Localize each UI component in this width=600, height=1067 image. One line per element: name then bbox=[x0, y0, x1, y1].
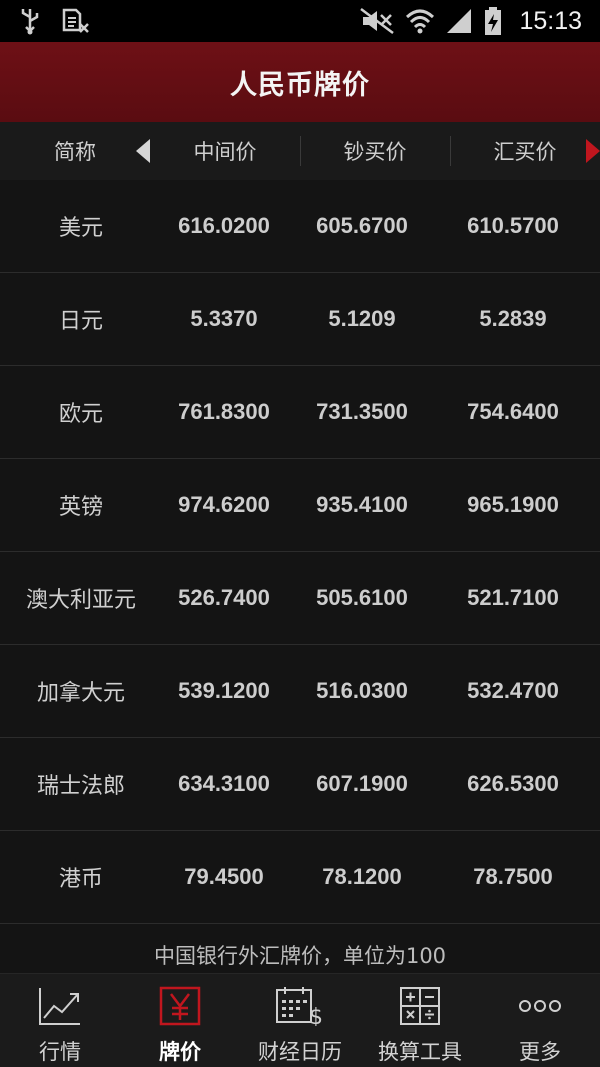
currency-name: 港币 bbox=[58, 867, 103, 892]
transfer-buy-rate: 626.5300 bbox=[467, 771, 559, 796]
scroll-right-arrow-icon[interactable] bbox=[586, 139, 600, 163]
currency-name: 澳大利亚元 bbox=[25, 588, 136, 613]
transfer-buy-rate: 532.4700 bbox=[467, 678, 559, 703]
cash-buy-rate: 516.0300 bbox=[316, 678, 408, 703]
signal-icon bbox=[445, 7, 473, 35]
column-name-header: 简称 bbox=[0, 122, 150, 180]
trend-chart-icon bbox=[38, 984, 82, 1028]
mid-rate: 761.8300 bbox=[178, 399, 270, 424]
scroll-left-arrow-icon[interactable] bbox=[136, 139, 150, 163]
nav-item-more[interactable]: 更多 bbox=[480, 974, 600, 1067]
transfer-buy-rate: 78.7500 bbox=[473, 864, 553, 889]
table-row[interactable]: 欧元 761.8300 731.3500 754.6400 bbox=[0, 366, 600, 459]
column-cash-buy-header: 钞买价 bbox=[300, 122, 450, 180]
table-row[interactable]: 美元 616.0200 605.6700 610.5700 bbox=[0, 180, 600, 273]
mid-rate: 616.0200 bbox=[178, 213, 270, 238]
table-row[interactable]: 日元 5.3370 5.1209 5.2839 bbox=[0, 273, 600, 366]
nav-label: 更多 bbox=[519, 1040, 561, 1064]
nav-label: 牌价 bbox=[159, 1040, 201, 1064]
cash-buy-rate: 731.3500 bbox=[316, 399, 408, 424]
cash-buy-rate: 935.4100 bbox=[316, 492, 408, 517]
rate-table: 美元 616.0200 605.6700 610.5700 日元 5.3370 … bbox=[0, 180, 600, 924]
mid-rate: 634.3100 bbox=[178, 771, 270, 796]
transfer-buy-rate: 754.6400 bbox=[467, 399, 559, 424]
footnote: 中国银行外汇牌价，单位为100 bbox=[153, 944, 447, 968]
table-row[interactable]: 英镑 974.6200 935.4100 965.1900 bbox=[0, 459, 600, 552]
transfer-buy-rate: 610.5700 bbox=[467, 213, 559, 238]
table-row[interactable]: 澳大利亚元 526.7400 505.6100 521.7100 bbox=[0, 552, 600, 645]
column-transfer-buy-header: 汇买价 bbox=[450, 122, 600, 180]
cash-buy-rate: 607.1900 bbox=[316, 771, 408, 796]
column-header: 简称 中间价 钞买价 汇买价 bbox=[0, 122, 600, 180]
nav-item-rates[interactable]: 牌价 bbox=[120, 974, 240, 1067]
mid-rate: 539.1200 bbox=[178, 678, 270, 703]
status-bar: 15:13 bbox=[0, 0, 600, 42]
mid-rate: 5.3370 bbox=[190, 306, 258, 331]
cash-buy-rate: 78.1200 bbox=[322, 864, 402, 889]
currency-name: 欧元 bbox=[58, 402, 103, 427]
table-row[interactable]: 港币 79.4500 78.1200 78.7500 bbox=[0, 831, 600, 924]
cash-buy-rate: 5.1209 bbox=[328, 306, 396, 331]
battery-charging-icon bbox=[483, 6, 503, 36]
currency-name: 加拿大元 bbox=[36, 681, 125, 706]
status-time: 15:13 bbox=[519, 6, 582, 35]
column-mid-header: 中间价 bbox=[150, 122, 300, 180]
table-row[interactable]: 瑞士法郎 634.3100 607.1900 626.5300 bbox=[0, 738, 600, 831]
transfer-buy-rate: 965.1900 bbox=[467, 492, 559, 517]
column-name-label: 简称 bbox=[54, 140, 96, 164]
column-cash-buy-label: 钞买价 bbox=[343, 140, 407, 164]
page-title: 人民币牌价 bbox=[230, 69, 370, 101]
nav-item-market[interactable]: 行情 bbox=[0, 974, 120, 1067]
nav-label: 财经日历 bbox=[258, 1040, 342, 1064]
nav-item-calendar[interactable]: $ 财经日历 bbox=[240, 974, 360, 1067]
mid-rate: 974.6200 bbox=[178, 492, 270, 517]
transfer-buy-rate: 521.7100 bbox=[467, 585, 559, 610]
column-mid-label: 中间价 bbox=[193, 140, 257, 164]
transfer-buy-rate: 5.2839 bbox=[479, 306, 547, 331]
currency-name: 英镑 bbox=[58, 495, 103, 520]
yuan-icon bbox=[159, 984, 201, 1028]
wifi-icon bbox=[405, 7, 435, 35]
nav-label: 行情 bbox=[39, 1040, 81, 1064]
table-row[interactable]: 加拿大元 539.1200 516.0300 532.4700 bbox=[0, 645, 600, 738]
sim-off-icon bbox=[62, 8, 90, 34]
currency-name: 美元 bbox=[58, 216, 103, 241]
svg-text:$: $ bbox=[309, 1005, 323, 1026]
cash-buy-rate: 605.6700 bbox=[316, 213, 408, 238]
calculator-icon bbox=[399, 984, 441, 1028]
usb-icon bbox=[20, 7, 40, 35]
currency-name: 日元 bbox=[58, 309, 103, 334]
currency-name: 瑞士法郎 bbox=[36, 774, 125, 799]
screen: 15:13 人民币牌价 简称 中间价 钞买价 汇买价 美元 616.0200 6… bbox=[0, 0, 600, 1067]
mute-icon bbox=[359, 7, 395, 35]
title-bar: 人民币牌价 bbox=[0, 42, 600, 122]
column-transfer-buy-label: 汇买价 bbox=[493, 140, 557, 164]
more-dots-icon bbox=[518, 984, 562, 1028]
bottom-nav: 行情 牌价 $ 财经日历 换算工具 更多 bbox=[0, 973, 600, 1067]
mid-rate: 526.7400 bbox=[178, 585, 270, 610]
nav-item-converter[interactable]: 换算工具 bbox=[360, 974, 480, 1067]
nav-label: 换算工具 bbox=[378, 1040, 462, 1064]
cash-buy-rate: 505.6100 bbox=[316, 585, 408, 610]
calendar-dollar-icon: $ bbox=[275, 984, 325, 1028]
mid-rate: 79.4500 bbox=[184, 864, 264, 889]
